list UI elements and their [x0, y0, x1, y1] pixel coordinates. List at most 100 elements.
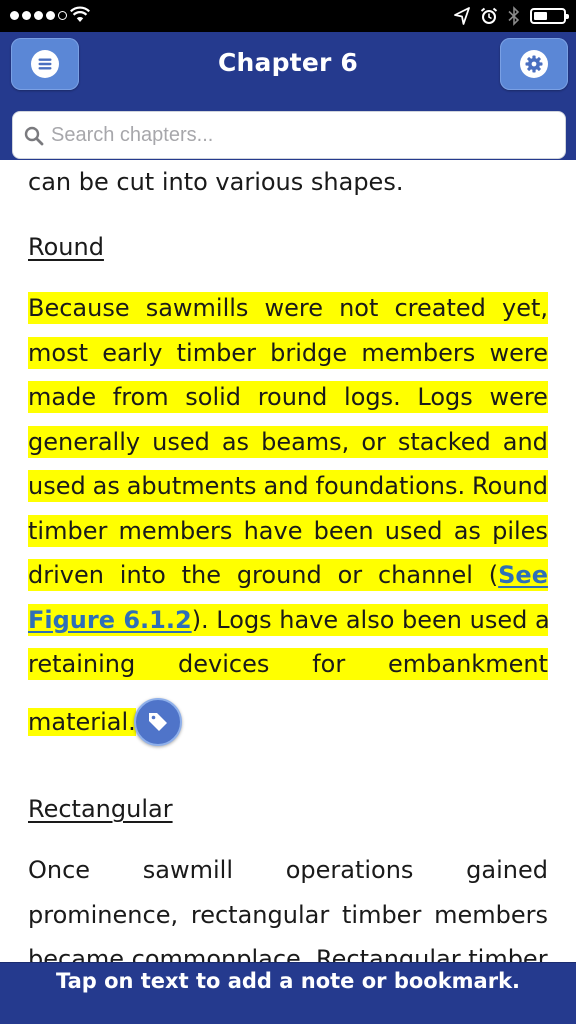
word: were	[264, 292, 324, 324]
note-tag-button[interactable]	[134, 698, 182, 746]
word: created	[394, 292, 486, 324]
word: members	[118, 515, 233, 547]
text-line[interactable]: used as abutments and foundations. Round	[28, 470, 548, 502]
word: and	[263, 470, 309, 502]
paragraph-fragment[interactable]: can be cut into various shapes.	[28, 166, 403, 198]
word: material.	[28, 708, 136, 736]
word: generally	[28, 426, 141, 458]
word: early	[102, 337, 163, 369]
figure-link[interactable]: Figure 6.1.2	[28, 604, 192, 636]
word: rectangular	[190, 901, 330, 929]
menu-icon-circle	[31, 50, 59, 78]
text-line[interactable]: became commonplace. Rectangular timber	[28, 943, 548, 962]
hint-message: Tap on text to add a note or bookmark.	[55, 969, 521, 993]
text-run: became commonplace. Rectangular timber	[28, 945, 548, 962]
battery-icon	[530, 8, 569, 24]
word: solid	[185, 381, 242, 413]
text-line[interactable]: most early timber bridge members were	[28, 337, 548, 369]
word: used	[152, 426, 210, 458]
word: operations	[285, 856, 414, 884]
word: yet,	[501, 292, 548, 324]
word: were	[489, 381, 548, 413]
settings-button[interactable]	[500, 38, 568, 90]
status-icons	[454, 5, 569, 27]
search-input[interactable]	[51, 120, 551, 150]
text-line[interactable]: Because sawmills were not created yet,	[28, 292, 548, 324]
text-line[interactable]: generally used as beams, or stacked and	[28, 426, 548, 458]
word: stacked	[397, 426, 491, 458]
word: round	[257, 381, 328, 413]
signal-dot	[46, 11, 55, 20]
location-arrow-icon	[454, 7, 470, 25]
signal-dot	[22, 11, 31, 20]
text-line[interactable]: prominence, rectangular timber members	[28, 899, 548, 931]
signal-dot	[10, 11, 19, 20]
app-header: Chapter 6	[0, 32, 576, 160]
word: from	[112, 381, 169, 413]
word: devices	[178, 648, 270, 680]
text-line[interactable]: driven into the ground or channel (See	[28, 559, 548, 591]
battery-tip	[566, 14, 569, 19]
text-line[interactable]: Figure 6.1.2 ). Logs have also been used…	[28, 604, 548, 636]
signal-dot	[34, 11, 43, 20]
text-line[interactable]: timber members have been used as piles	[28, 515, 548, 547]
alarm-clock-icon	[480, 7, 498, 24]
word: beams,	[261, 426, 350, 458]
word: made	[28, 381, 97, 413]
open-paren: (	[488, 561, 499, 589]
word: Round	[472, 470, 548, 502]
word: members	[434, 901, 548, 929]
section-heading-round[interactable]: Round	[28, 231, 104, 263]
bottom-hint-bar: Tap on text to add a note or bookmark.	[0, 962, 576, 1024]
menu-button[interactable]	[11, 38, 79, 90]
tag-icon	[149, 713, 167, 731]
text-line[interactable]: retaining devices for embankment	[28, 648, 548, 680]
app-screen: Chapter 6 Search chapters... can be cut …	[0, 0, 576, 1024]
word: used	[384, 515, 443, 547]
signal-strength	[10, 11, 67, 20]
word: Logs	[417, 381, 473, 413]
word: timber	[28, 515, 108, 547]
word: channel	[377, 559, 473, 591]
word: gained	[466, 856, 548, 884]
page-title: Chapter 6	[217, 48, 359, 77]
word-with-link: (See	[488, 559, 548, 591]
word: retaining	[28, 648, 136, 680]
hamburger-menu-icon	[38, 58, 52, 70]
word: used	[28, 470, 86, 502]
search-box[interactable]	[12, 111, 566, 159]
text-line[interactable]: Once sawmill operations gained	[28, 854, 548, 886]
word: piles	[492, 515, 548, 547]
word: embankment	[388, 648, 548, 680]
word: as	[453, 515, 481, 547]
section-heading-rectangular[interactable]: Rectangular	[28, 793, 173, 825]
text-line[interactable]: made from solid round logs. Logs were	[28, 381, 548, 413]
word: for	[312, 648, 346, 680]
word: sawmills	[145, 292, 249, 324]
text-line[interactable]: material.	[28, 706, 548, 738]
settings-icon-circle	[520, 50, 548, 78]
word: Once	[28, 856, 91, 884]
bluetooth-icon	[508, 6, 520, 26]
word: prominence,	[28, 901, 179, 929]
word: driven	[28, 559, 104, 591]
word: and	[502, 426, 548, 458]
text-run: ). Logs have also been used as	[191, 604, 548, 636]
chapter-content[interactable]: can be cut into various shapes. Round Be…	[28, 160, 548, 962]
word: timber	[341, 901, 422, 929]
word: sawmill	[142, 856, 233, 884]
battery-level	[534, 12, 547, 20]
word: bridge	[270, 337, 348, 369]
word: into	[119, 559, 166, 591]
word: members	[361, 337, 476, 369]
figure-link-part[interactable]: See	[498, 561, 548, 589]
signal-dot-empty	[58, 11, 67, 20]
word: logs.	[344, 381, 401, 413]
word: as	[92, 470, 120, 502]
word: not	[339, 292, 379, 324]
status-bar	[0, 0, 576, 32]
word: timber	[176, 337, 256, 369]
word: Because	[28, 292, 130, 324]
word: or	[361, 426, 386, 458]
word: were	[489, 337, 548, 369]
